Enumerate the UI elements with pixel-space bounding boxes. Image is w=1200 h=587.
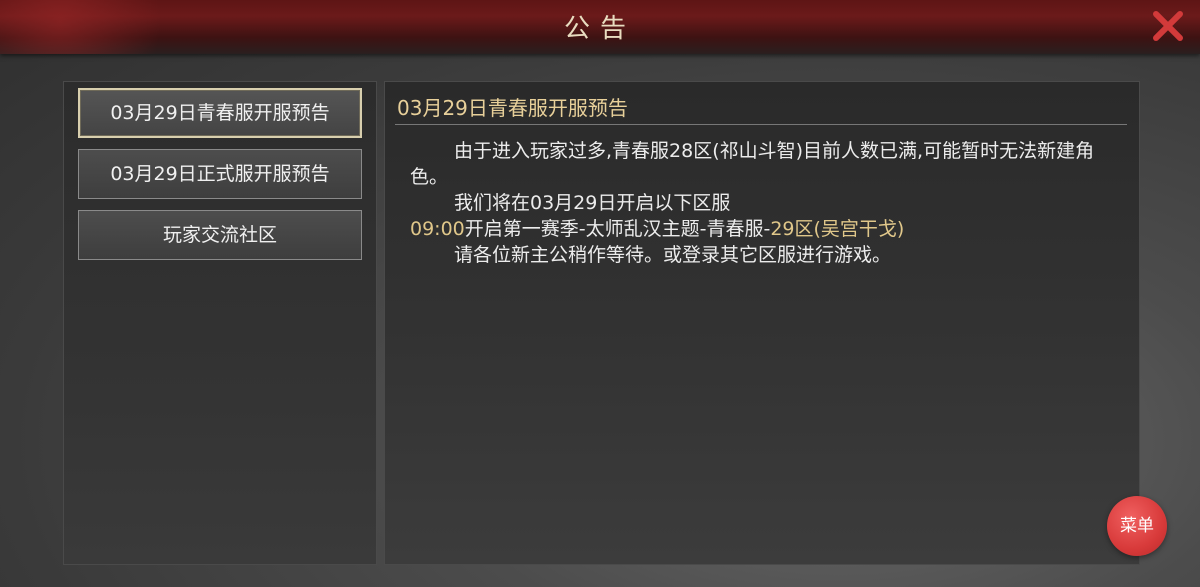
close-icon (1153, 11, 1183, 41)
content-paragraph-schedule: 09:00开启第一赛季-太师乱汉主题-青春服-29区(吴宫干戈) (410, 216, 1110, 242)
announcement-list: 03月29日青春服开服预告 03月29日正式服开服预告 玩家交流社区 (63, 81, 377, 565)
content-paragraph-server-full: 由于进入玩家过多,青春服28区(祁山斗智)目前人数已满,可能暂时无法新建角色。 (410, 140, 1095, 188)
content-divider (395, 124, 1127, 125)
announcement-tab-youth-server[interactable]: 03月29日青春服开服预告 (78, 88, 362, 138)
schedule-description: 开启第一赛季-太师乱汉主题-青春服- (464, 218, 771, 240)
window-title: 公告 (563, 14, 636, 44)
announcement-content: 03月29日青春服开服预告 由于进入玩家过多,青春服28区(祁山斗智)目前人数已… (384, 81, 1140, 565)
schedule-time: 09:00 (410, 218, 465, 240)
announcement-tab-official-server[interactable]: 03月29日正式服开服预告 (78, 149, 362, 199)
menu-button[interactable]: 菜单 (1107, 496, 1167, 556)
content-paragraph-opening: 我们将在03月29日开启以下区服 (454, 192, 731, 214)
content-title: 03月29日青春服开服预告 (397, 96, 628, 120)
schedule-server: 29区(吴宫干戈) (770, 218, 905, 240)
content-paragraph-notice: 请各位新主公稍作等待。或登录其它区服进行游戏。 (454, 244, 892, 266)
content-body: 由于进入玩家过多,青春服28区(祁山斗智)目前人数已满,可能暂时无法新建角色。 … (410, 138, 1110, 268)
announcement-tab-community[interactable]: 玩家交流社区 (78, 210, 362, 260)
close-button[interactable] (1148, 6, 1188, 46)
title-bar: 公告 (0, 0, 1200, 54)
